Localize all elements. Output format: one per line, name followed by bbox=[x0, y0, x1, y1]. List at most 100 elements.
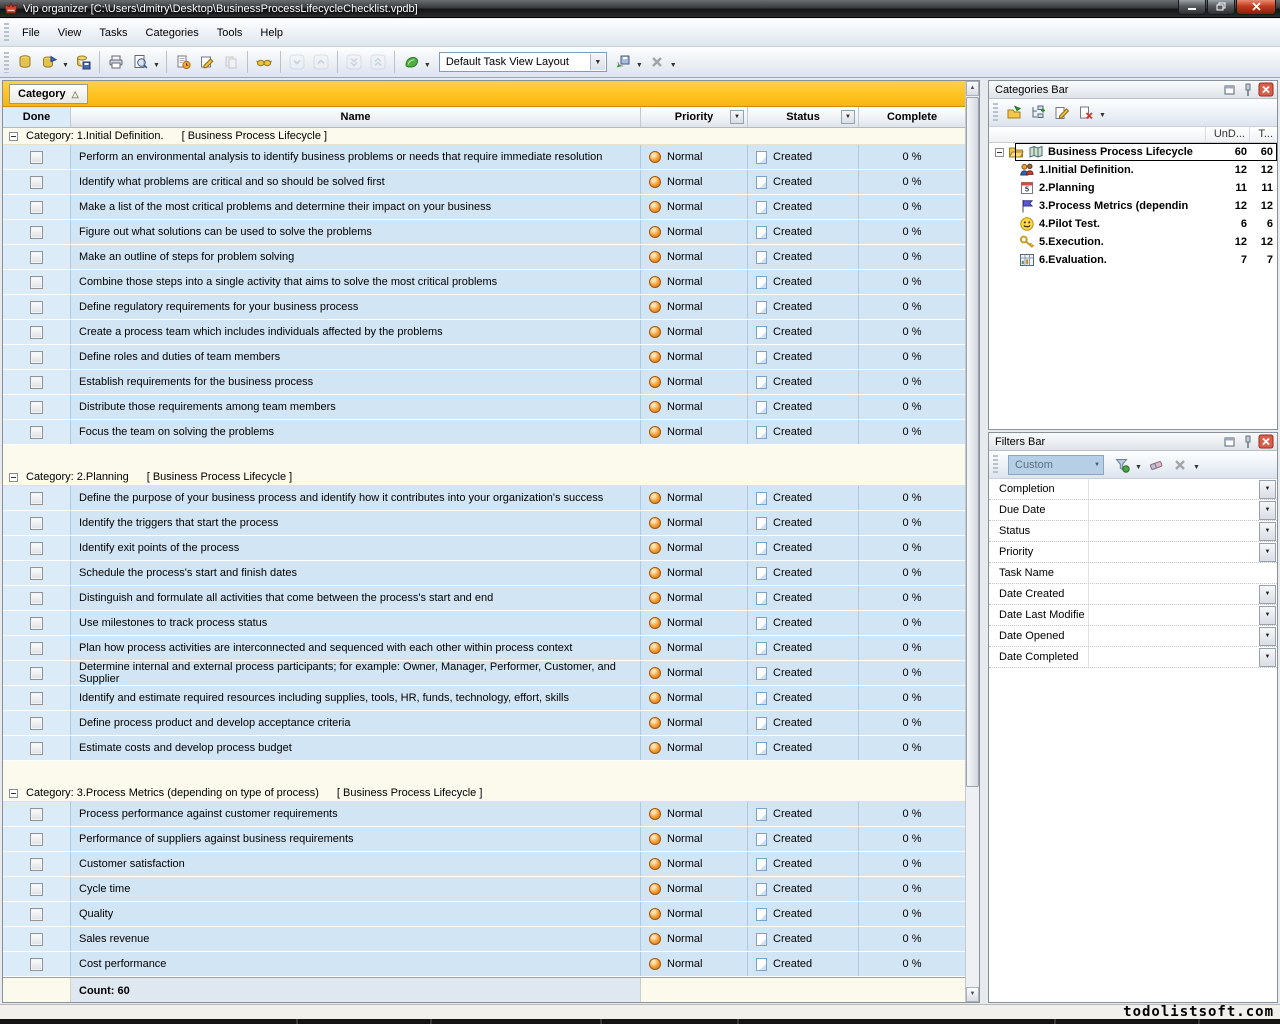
column-header-status[interactable]: Status ▼ bbox=[748, 107, 859, 127]
minimize-button[interactable] bbox=[1178, 0, 1206, 15]
scroll-down-button[interactable]: ▼ bbox=[966, 987, 979, 1002]
menu-categories[interactable]: Categories bbox=[137, 23, 208, 43]
done-checkbox[interactable] bbox=[30, 617, 43, 630]
tree-category-row[interactable]: 5.Execution.1212 bbox=[989, 233, 1277, 251]
done-checkbox[interactable] bbox=[30, 351, 43, 364]
filter-value-field[interactable] bbox=[1089, 647, 1259, 667]
task-row[interactable]: Identify exit points of the processNorma… bbox=[3, 536, 965, 561]
task-row[interactable]: Distinguish and formulate all activities… bbox=[3, 586, 965, 611]
filters-restore-button[interactable] bbox=[1222, 435, 1238, 449]
filter-value-field[interactable] bbox=[1089, 563, 1277, 583]
tree-root-row[interactable]: Business Process Lifecycle6060 bbox=[989, 143, 1277, 161]
apply-filter-icon[interactable] bbox=[1110, 453, 1134, 477]
done-checkbox[interactable] bbox=[30, 908, 43, 921]
task-row[interactable]: Establish requirements for the business … bbox=[3, 370, 965, 395]
group-by-category-chip[interactable]: Category △ bbox=[9, 84, 88, 104]
task-name[interactable]: Identify what problems are critical and … bbox=[71, 170, 641, 194]
done-checkbox[interactable] bbox=[30, 692, 43, 705]
filters-close-button[interactable] bbox=[1258, 435, 1274, 449]
clear-filter-icon[interactable] bbox=[1144, 453, 1168, 477]
category-group-header[interactable]: Category: 1.Initial Definition.[ Busines… bbox=[3, 128, 965, 145]
task-row[interactable]: Create a process team which includes ind… bbox=[3, 320, 965, 345]
categories-pin-button[interactable] bbox=[1240, 83, 1256, 97]
menu-view[interactable]: View bbox=[49, 23, 91, 43]
view-glasses-icon[interactable] bbox=[252, 50, 276, 74]
done-checkbox[interactable] bbox=[30, 401, 43, 414]
print-preview-icon[interactable] bbox=[128, 50, 152, 74]
task-row[interactable]: QualityNormalCreated0 % bbox=[3, 902, 965, 927]
categories-columns-header[interactable]: UnD... T... bbox=[989, 127, 1277, 143]
done-checkbox[interactable] bbox=[30, 592, 43, 605]
tree-category-row[interactable]: 6.Evaluation.77 bbox=[989, 251, 1277, 269]
tree-category-row[interactable]: 52.Planning1111 bbox=[989, 179, 1277, 197]
done-checkbox[interactable] bbox=[30, 151, 43, 164]
collapse-icon[interactable] bbox=[9, 473, 18, 482]
done-checkbox[interactable] bbox=[30, 933, 43, 946]
filters-pin-button[interactable] bbox=[1240, 435, 1256, 449]
task-name[interactable]: Define process product and develop accep… bbox=[71, 711, 641, 735]
delete-layout-icon[interactable] bbox=[645, 50, 669, 74]
done-checkbox[interactable] bbox=[30, 326, 43, 339]
task-row[interactable]: Identify and estimate required resources… bbox=[3, 686, 965, 711]
column-header-done[interactable]: Done bbox=[3, 107, 71, 127]
task-name[interactable]: Process performance against customer req… bbox=[71, 802, 641, 826]
new-database-icon[interactable] bbox=[13, 50, 37, 74]
task-name[interactable]: Sales revenue bbox=[71, 927, 641, 951]
done-checkbox[interactable] bbox=[30, 376, 43, 389]
duplicate-task-icon[interactable] bbox=[219, 50, 243, 74]
done-checkbox[interactable] bbox=[30, 958, 43, 971]
menu-help[interactable]: Help bbox=[251, 23, 292, 43]
new-category-icon[interactable] bbox=[1002, 101, 1026, 125]
edit-task-icon[interactable] bbox=[195, 50, 219, 74]
task-name[interactable]: Estimate costs and develop process budge… bbox=[71, 736, 641, 760]
tree-category-row[interactable]: 4.Pilot Test.66 bbox=[989, 215, 1277, 233]
done-checkbox[interactable] bbox=[30, 667, 43, 680]
layout-combobox[interactable]: Default Task View Layout ▼ bbox=[439, 52, 607, 72]
new-task-icon[interactable] bbox=[171, 50, 195, 74]
task-row[interactable]: Define regulatory requirements for your … bbox=[3, 295, 965, 320]
save-layout-dropdown-arrow[interactable]: ▼ bbox=[636, 62, 643, 69]
task-name[interactable]: Perform an environmental analysis to ide… bbox=[71, 145, 641, 169]
done-checkbox[interactable] bbox=[30, 517, 43, 530]
color-theme-icon[interactable] bbox=[399, 50, 423, 74]
status-filter-button[interactable]: ▼ bbox=[841, 110, 855, 124]
close-button[interactable] bbox=[1236, 0, 1276, 15]
categories-restore-button[interactable] bbox=[1222, 83, 1238, 97]
task-row[interactable]: Determine internal and external process … bbox=[3, 661, 965, 686]
task-name[interactable]: Define regulatory requirements for your … bbox=[71, 295, 641, 319]
task-name[interactable]: Establish requirements for the business … bbox=[71, 370, 641, 394]
filter-dropdown-button[interactable]: ▼ bbox=[1259, 648, 1276, 667]
save-layout-icon[interactable] bbox=[611, 50, 635, 74]
filter-dropdown-button[interactable]: ▼ bbox=[1259, 606, 1276, 625]
task-name[interactable]: Distinguish and formulate all activities… bbox=[71, 586, 641, 610]
filter-dropdown-button[interactable]: ▼ bbox=[1259, 543, 1276, 562]
task-row[interactable]: Focus the team on solving the problemsNo… bbox=[3, 420, 965, 445]
task-row[interactable]: Combine those steps into a single activi… bbox=[3, 270, 965, 295]
task-row[interactable]: Distribute those requirements among team… bbox=[3, 395, 965, 420]
task-row[interactable]: Cost performanceNormalCreated0 % bbox=[3, 952, 965, 977]
move-top-icon[interactable] bbox=[366, 50, 390, 74]
task-name[interactable]: Customer satisfaction bbox=[71, 852, 641, 876]
task-name[interactable]: Distribute those requirements among team… bbox=[71, 395, 641, 419]
done-checkbox[interactable] bbox=[30, 717, 43, 730]
filter-value-field[interactable] bbox=[1089, 500, 1259, 520]
done-checkbox[interactable] bbox=[30, 542, 43, 555]
task-row[interactable]: Perform an environmental analysis to ide… bbox=[3, 145, 965, 170]
task-name[interactable]: Figure out what solutions can be used to… bbox=[71, 220, 641, 244]
task-name[interactable]: Create a process team which includes ind… bbox=[71, 320, 641, 344]
filter-value-field[interactable] bbox=[1089, 521, 1259, 541]
done-checkbox[interactable] bbox=[30, 858, 43, 871]
edit-category-icon[interactable] bbox=[1050, 101, 1074, 125]
task-row[interactable]: Estimate costs and develop process budge… bbox=[3, 736, 965, 761]
open-database-icon[interactable] bbox=[37, 50, 61, 74]
done-checkbox[interactable] bbox=[30, 883, 43, 896]
collapse-icon[interactable] bbox=[9, 789, 18, 798]
task-row[interactable]: Define the purpose of your business proc… bbox=[3, 486, 965, 511]
filter-value-field[interactable] bbox=[1089, 584, 1259, 604]
save-database-icon[interactable] bbox=[71, 50, 95, 74]
color-theme-dropdown-arrow[interactable]: ▼ bbox=[424, 62, 431, 69]
column-header-priority[interactable]: Priority ▼ bbox=[641, 107, 748, 127]
task-row[interactable]: Identify the triggers that start the pro… bbox=[3, 511, 965, 536]
task-row[interactable]: Define roles and duties of team membersN… bbox=[3, 345, 965, 370]
task-name[interactable]: Determine internal and external process … bbox=[71, 661, 641, 685]
